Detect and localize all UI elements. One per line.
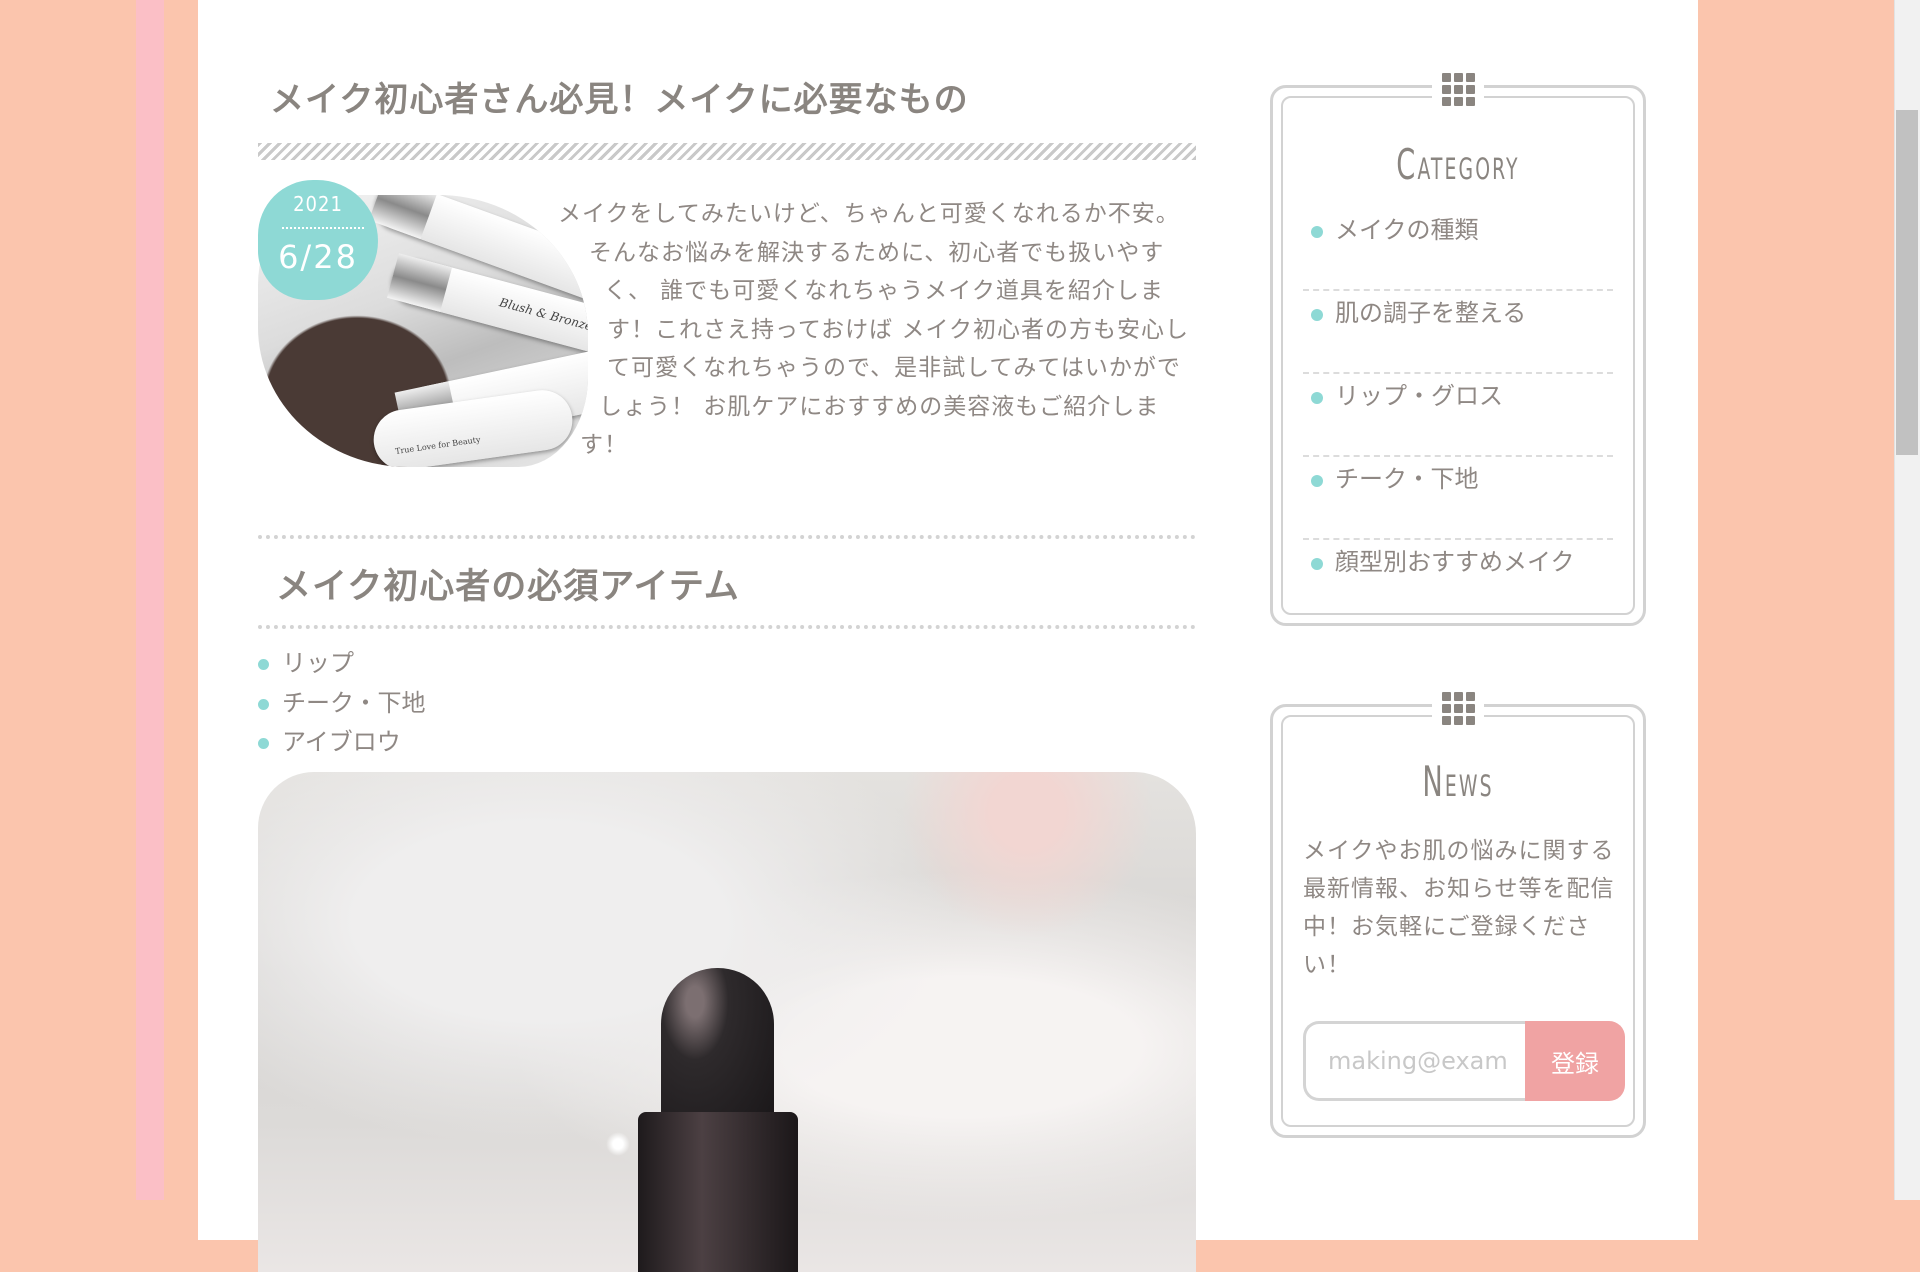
- subscribe-button[interactable]: 登録: [1525, 1021, 1625, 1101]
- date-year: 2021: [293, 192, 343, 216]
- article-intro: メイクをしてみたいけど、ちゃんと可愛くなれるか不安。 そんなお悩みを解決するため…: [555, 195, 1195, 465]
- date-badge: 2021 6/28: [258, 180, 378, 300]
- intro-line: しょう！ お肌ケアにおすすめの美容液もご紹介しま: [599, 393, 1160, 420]
- intro-line: て可愛くなれちゃうので、是非試してみてはいかがで: [607, 355, 1181, 381]
- category-item[interactable]: メイクの種類: [1303, 210, 1613, 291]
- category-item[interactable]: 肌の調子を整える: [1303, 293, 1613, 374]
- serum-dropper-image: [258, 772, 1196, 1272]
- grid-icon: [1432, 691, 1484, 725]
- news-widget: News メイクやお肌の悩みに関する 最新情報、お知らせ等を配信 中！お気軽にご…: [1270, 691, 1646, 1138]
- category-item[interactable]: チーク・下地: [1303, 459, 1613, 540]
- category-item[interactable]: 顔型別おすすめメイク: [1303, 542, 1613, 623]
- intro-line: す！: [580, 432, 628, 458]
- essential-items-list: リップ チーク・下地 アイブロウ: [258, 645, 426, 764]
- article-title[interactable]: メイク初心者さん必見！メイクに必要なもの: [270, 72, 969, 121]
- date-divider: [282, 227, 364, 229]
- category-list: メイクの種類 肌の調子を整える リップ・グロス チーク・下地 顔型別おすすめメイ…: [1303, 210, 1613, 625]
- news-line: 最新情報、お知らせ等を配信: [1303, 876, 1615, 902]
- intro-line: く、 誰でも可愛くなれちゃうメイク道具を紹介しま: [604, 278, 1164, 304]
- grid-icon: [1432, 72, 1484, 106]
- title-stripe-divider: [258, 143, 1196, 160]
- list-item: アイブロウ: [258, 724, 426, 764]
- light-glint: [606, 1132, 630, 1156]
- email-input[interactable]: [1303, 1021, 1529, 1101]
- section-heading: メイク初心者の必須アイテム: [276, 567, 740, 607]
- intro-line: メイクをしてみたいけど、ちゃんと可愛くなれるか不安。: [558, 201, 1180, 227]
- category-widget: Category メイクの種類 肌の調子を整える リップ・グロス チーク・下地 …: [1270, 72, 1646, 626]
- scrollbar-thumb[interactable]: [1896, 110, 1918, 455]
- category-title: Category: [1396, 140, 1520, 189]
- news-line: 中！お気軽にご登録くださ: [1303, 914, 1591, 940]
- news-title: News: [1422, 757, 1494, 806]
- intro-line: す！これさえ持っておけば メイク初心者の方も安心し: [607, 316, 1190, 343]
- section-divider-top: [258, 535, 1196, 539]
- brush-label: True Love for Beauty: [394, 435, 481, 456]
- category-item[interactable]: リップ・グロス: [1303, 376, 1613, 457]
- list-item: チーク・下地: [258, 685, 426, 725]
- news-description: メイクやお肌の悩みに関する 最新情報、お知らせ等を配信 中！お気軽にご登録くださ…: [1303, 832, 1615, 984]
- dropper-bottle: [638, 1112, 798, 1272]
- news-line: メイクやお肌の悩みに関する: [1303, 838, 1615, 864]
- section-divider-bottom: [258, 625, 1196, 629]
- intro-line: そんなお悩みを解決するために、初心者でも扱いやす: [589, 239, 1165, 266]
- news-line: い！: [1303, 952, 1351, 978]
- newsletter-form: 登録: [1303, 1021, 1625, 1103]
- date-month-day: 6/28: [278, 238, 358, 276]
- list-item: リップ: [258, 645, 426, 685]
